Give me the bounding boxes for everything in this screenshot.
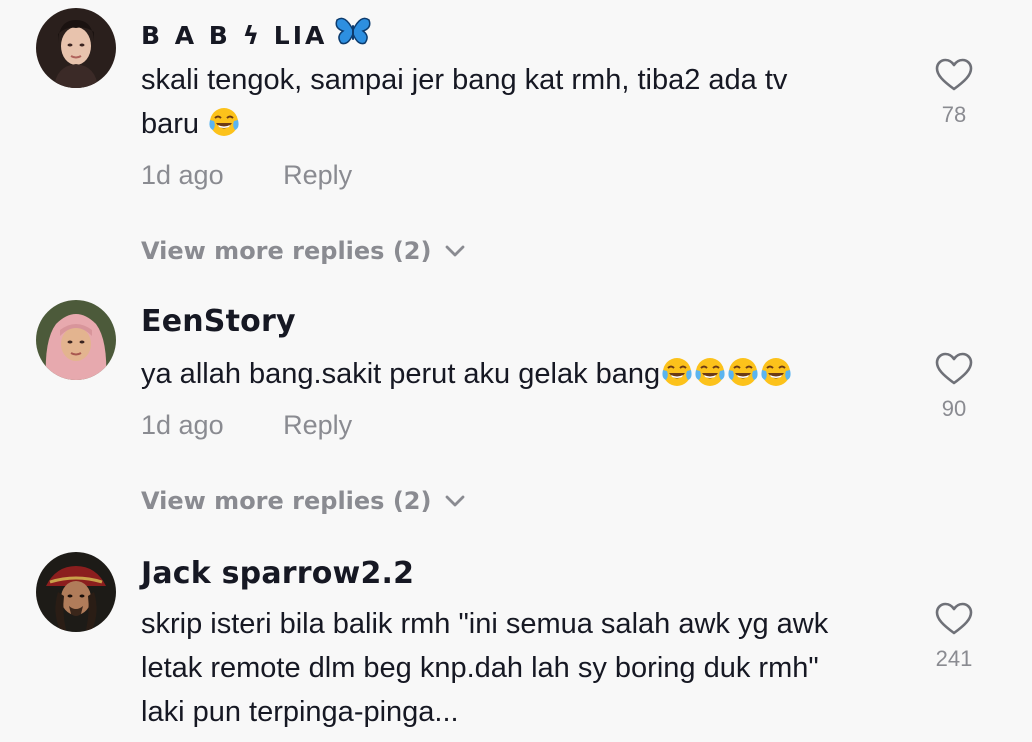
- comment-text-line: skrip isteri bila balik rmh "ini semua s…: [141, 608, 829, 640]
- chevron-down-icon: [445, 235, 465, 263]
- like-count: 78: [941, 102, 967, 127]
- comment-text-line: letak remote dlm beg knp.dah lah sy bori…: [141, 652, 819, 684]
- comment-text: skali tengok, sampai jer bang kat rmh, t…: [141, 58, 921, 146]
- comment-meta: 1d ago Reply: [141, 160, 352, 191]
- like-count: 241: [935, 646, 973, 671]
- view-more-replies-button[interactable]: View more replies (2): [141, 235, 465, 265]
- comment-meta: 1d ago Reply: [141, 410, 352, 441]
- comment-text-line: baru: [141, 108, 200, 140]
- reply-button[interactable]: Reply: [283, 160, 352, 190]
- comment-text-line: ya allah bang.sakit perut aku gelak bang: [141, 358, 661, 390]
- tears-of-joy-emoji: [727, 356, 759, 388]
- heart-outline-icon: [930, 58, 978, 92]
- comment-text-line: laki pun terpinga-pinga...: [141, 696, 459, 728]
- avatar[interactable]: [36, 300, 116, 380]
- chevron-down-icon: [445, 485, 465, 513]
- username-text: B A B ϟ LIA: [141, 21, 328, 50]
- timestamp: 1d ago: [141, 410, 224, 440]
- comment-text: skrip isteri bila balik rmh "ini semua s…: [141, 602, 921, 734]
- comment-item: EenStory ya allah bang.sakit perut aku g…: [0, 290, 1032, 530]
- like-button[interactable]: 90: [930, 352, 978, 422]
- username[interactable]: B A B ϟ LIA: [141, 16, 371, 52]
- comment-item: Jack sparrow2.2 skrip isteri bila balik …: [0, 540, 1032, 742]
- tears-of-joy-emoji: [208, 106, 240, 138]
- timestamp: 1d ago: [141, 160, 224, 190]
- avatar[interactable]: [36, 552, 116, 632]
- reply-button[interactable]: Reply: [283, 410, 352, 440]
- like-button[interactable]: 241: [930, 602, 978, 672]
- butterfly-icon: [335, 16, 371, 52]
- tears-of-joy-emoji: [760, 356, 792, 388]
- comment-text: ya allah bang.sakit perut aku gelak bang: [141, 352, 921, 396]
- tears-of-joy-emoji: [661, 356, 693, 388]
- avatar[interactable]: [36, 8, 116, 88]
- comment-item: B A B ϟ LIA skali tengok, sampai jer ban…: [0, 0, 1032, 280]
- username[interactable]: Jack sparrow2.2: [141, 556, 414, 591]
- username[interactable]: EenStory: [141, 304, 296, 339]
- comment-text-line: skali tengok, sampai jer bang kat rmh, t…: [141, 64, 788, 96]
- heart-outline-icon: [930, 352, 978, 386]
- heart-outline-icon: [930, 602, 978, 636]
- view-more-replies-label: View more replies (2): [141, 237, 432, 265]
- view-more-replies-label: View more replies (2): [141, 487, 432, 515]
- view-more-replies-button[interactable]: View more replies (2): [141, 485, 465, 515]
- tears-of-joy-emoji: [694, 356, 726, 388]
- like-button[interactable]: 78: [930, 58, 978, 128]
- like-count: 90: [941, 396, 967, 421]
